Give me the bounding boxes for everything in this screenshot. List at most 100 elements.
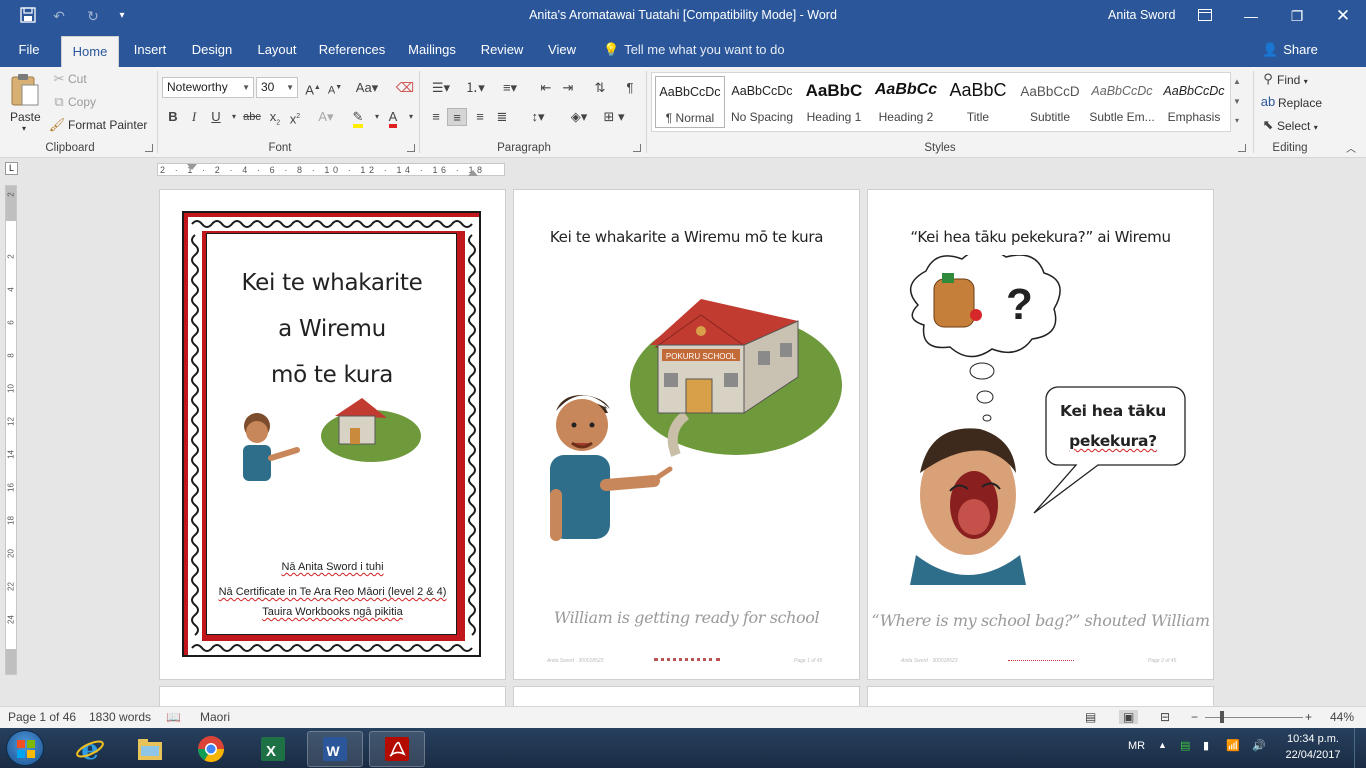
align-center-icon[interactable]: ≡ [447,108,467,126]
copy-button[interactable]: Copy [68,95,96,109]
text-effects-icon[interactable]: A▾ [316,108,336,126]
highlight-icon[interactable]: ✎ [348,108,368,128]
horizontal-ruler[interactable]: 2 · 1 · 2 · 4 · 6 · 8 · 10 · 12 · 14 · 1… [157,163,505,176]
find-button[interactable]: Find ▾ [1277,73,1308,87]
tab-stop-selector[interactable]: L [5,162,18,175]
shrink-font-icon[interactable]: A▼ [325,79,345,97]
sync-icon[interactable]: ▤ [1180,739,1190,752]
collapse-ribbon-icon[interactable]: ︿ [1341,141,1361,159]
minimize-icon[interactable]: — [1228,0,1274,32]
zoom-in-icon[interactable]: + [1305,710,1312,724]
tab-references[interactable]: References [317,32,387,67]
style-emphasis[interactable]: AaBbCcDc Emphasis [1159,76,1229,128]
right-indent-marker-icon[interactable] [468,170,478,176]
grow-font-icon[interactable]: A▲ [303,79,323,97]
zoom-slider-thumb[interactable] [1220,711,1224,723]
clipboard-launcher[interactable] [145,144,153,152]
read-mode-icon[interactable]: ▤ [1085,710,1096,724]
align-right-icon[interactable]: ≡ [470,108,490,126]
user-name[interactable]: Anita Sword [1108,8,1175,22]
underline-icon[interactable]: U [206,108,226,126]
tab-home[interactable]: Home [61,36,119,67]
font-name-select[interactable]: Noteworthy ▼ [162,77,254,98]
select-button[interactable]: Select ▾ [1277,119,1318,133]
page-cover[interactable]: Kei te whakarite a Wiremu mō te kura Nā … [159,189,506,680]
proofing-icon[interactable]: 📖 [166,710,181,724]
start-button[interactable] [6,730,44,766]
style-heading-1[interactable]: AaBbC Heading 1 [799,76,869,128]
strikethrough-icon[interactable]: abc [240,108,264,126]
battery-icon[interactable]: ▮ [1203,739,1209,752]
web-layout-icon[interactable]: ⊟ [1160,710,1170,724]
style-subtle-emphasis[interactable]: AaBbCcDc Subtle Em... [1087,76,1157,128]
file-explorer-icon[interactable] [122,731,178,767]
shading-icon[interactable]: ◈▾ [565,108,593,126]
font-color-icon[interactable]: A [383,108,403,128]
network-icon[interactable]: 📶 [1226,739,1240,752]
italic-icon[interactable]: I [184,108,204,126]
zoom-out-icon[interactable]: − [1191,710,1198,724]
tab-design[interactable]: Design [186,32,238,67]
show-desktop-button[interactable] [1354,728,1366,768]
share-button[interactable]: 👤 Share [1262,32,1318,67]
change-case-icon[interactable]: Aa▾ [353,79,381,97]
bullets-icon[interactable]: ☰▾ [426,79,456,97]
font-color-dropdown-icon[interactable]: ▾ [401,108,421,126]
tab-view[interactable]: View [543,32,581,67]
indent-marker-icon[interactable] [187,164,197,170]
replace-button[interactable]: Replace [1278,96,1322,110]
restore-icon[interactable]: ❐ [1274,0,1320,32]
page-3[interactable]: “Kei hea tāku pekekura?” ai Wiremu ? Kei… [867,189,1214,680]
page-count[interactable]: Page 1 of 46 [8,710,76,724]
internet-explorer-icon[interactable]: e [62,731,118,767]
styles-launcher[interactable] [1238,144,1246,152]
cut-button[interactable]: Cut [68,72,87,86]
tab-mailings[interactable]: Mailings [403,32,461,67]
numbering-icon[interactable]: ⒈▾ [460,79,490,97]
show-hidden-icons-icon[interactable]: ▲ [1158,740,1167,750]
style-normal[interactable]: AaBbCcDc ¶ Normal [655,76,725,128]
acrobat-icon[interactable] [369,731,425,767]
paragraph-launcher[interactable] [633,144,641,152]
chrome-icon[interactable] [183,731,239,767]
vertical-ruler[interactable]: 2 2 4 6 8 10 12 14 16 18 20 22 24 [5,185,17,675]
format-painter-button[interactable]: Format Painter [68,118,147,132]
pilcrow-icon[interactable]: ¶ [620,79,640,97]
volume-icon[interactable]: 🔊 [1252,739,1266,752]
line-spacing-icon[interactable]: ↕▾ [524,108,552,126]
excel-icon[interactable]: X [245,731,301,767]
style-subtitle[interactable]: AaBbCcD Subtitle [1015,76,1085,128]
page-2[interactable]: Kei te whakarite a Wiremu mō te kura POK… [513,189,860,680]
word-icon[interactable]: W [307,731,363,767]
paste-button[interactable]: Paste ▾ [6,71,44,137]
gallery-scroll-up-icon[interactable]: ▲ [1230,72,1243,92]
clear-formatting-icon[interactable]: ⌫ [395,79,415,97]
style-title[interactable]: AaBbC Title [943,76,1013,128]
tab-insert[interactable]: Insert [127,32,173,67]
superscript-icon[interactable]: x2 [285,108,305,126]
gallery-scroll-down-icon[interactable]: ▼ [1230,92,1243,112]
borders-icon[interactable]: ⊞ ▾ [598,108,630,126]
multilevel-list-icon[interactable]: ≡▾ [495,79,525,97]
clock-date[interactable]: 22/04/2017 [1283,749,1343,761]
font-launcher[interactable] [407,144,415,152]
word-count[interactable]: 1830 words [89,710,151,724]
subscript-icon[interactable]: x2 [265,108,285,127]
close-icon[interactable]: ✕ [1320,0,1366,32]
align-left-icon[interactable]: ≡ [426,108,446,126]
clock-time[interactable]: 10:34 p.m. [1283,733,1343,745]
increase-indent-icon[interactable]: ⇥ [558,79,578,97]
font-size-select[interactable]: 30 ▼ [256,77,298,98]
decrease-indent-icon[interactable]: ⇤ [536,79,556,97]
tab-review[interactable]: Review [477,32,527,67]
gallery-more-icon[interactable]: ▾ [1230,112,1243,132]
ribbon-display-options-icon[interactable] [1182,0,1228,32]
tell-me-search[interactable]: 💡 Tell me what you want to do [603,32,785,67]
justify-icon[interactable]: ≣ [492,108,512,126]
tab-file[interactable]: File [8,32,50,67]
language-indicator[interactable]: Maori [200,710,230,724]
bold-icon[interactable]: B [163,108,183,126]
tab-layout[interactable]: Layout [251,32,303,67]
print-layout-icon[interactable]: ▣ [1119,710,1139,724]
zoom-slider[interactable] [1205,711,1303,723]
